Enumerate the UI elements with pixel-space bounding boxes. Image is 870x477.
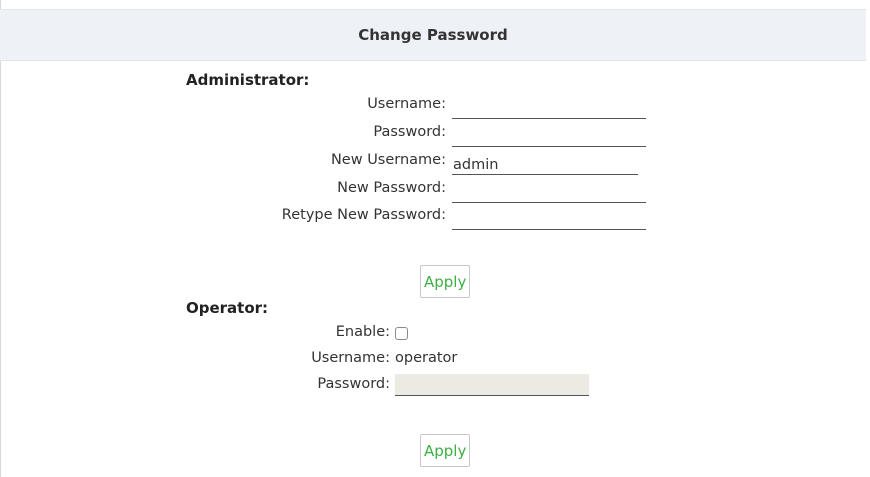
new-username-field[interactable] [452, 155, 638, 175]
new-password-field[interactable] [452, 183, 646, 203]
operator-password-field[interactable] [395, 374, 589, 396]
new-password-label: New Password: [337, 180, 446, 196]
administrator-section-title: Administrator: [186, 71, 310, 89]
retype-password-label: Retype New Password: [281, 207, 446, 223]
operator-apply-button[interactable]: Apply [420, 434, 471, 467]
operator-enable-label: Enable: [335, 324, 390, 340]
admin-password-label: Password: [373, 124, 446, 140]
admin-apply-button[interactable]: Apply [420, 265, 471, 298]
change-password-page: Change Password Administrator: Username:… [0, 0, 870, 477]
page-header: Change Password [0, 9, 866, 61]
left-border [0, 0, 1, 477]
retype-password-field[interactable] [452, 210, 646, 230]
new-username-label: New Username: [330, 152, 446, 168]
operator-password-label: Password: [317, 376, 390, 392]
admin-username-field[interactable] [452, 99, 646, 119]
operator-enable-checkbox[interactable] [395, 327, 408, 340]
operator-username-label: Username: [311, 350, 390, 366]
operator-username-value: operator [395, 350, 458, 366]
admin-password-field[interactable] [452, 127, 646, 147]
admin-username-label: Username: [367, 96, 446, 112]
page-title: Change Password [358, 26, 508, 44]
operator-section-title: Operator: [186, 299, 269, 317]
